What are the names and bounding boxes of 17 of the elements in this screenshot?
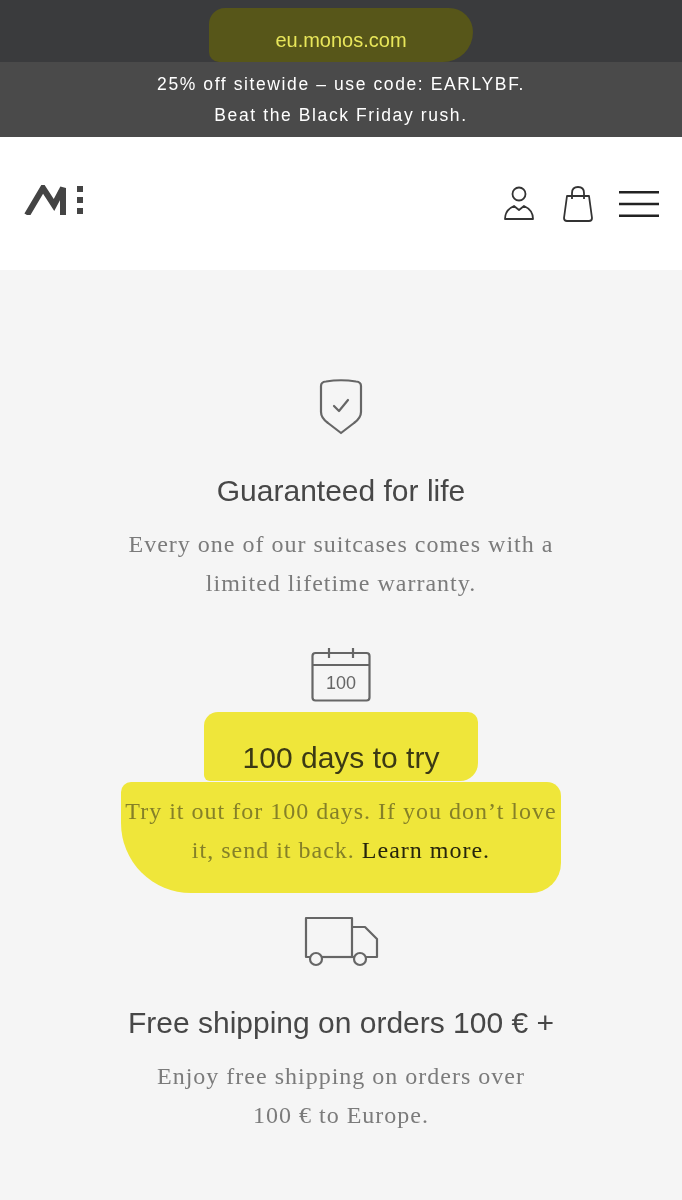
feature-description: Try it out for 100 days. If you don’t love it, send it back. Learn more. — [121, 782, 561, 893]
feature-description: Every one of our suitcases comes with a limited lifetime warranty. — [128, 530, 554, 598]
calendar-icon — [311, 648, 371, 702]
feature-title: Free shipping on orders 100 € + — [127, 1005, 555, 1041]
calendar-number: 100 — [324, 672, 357, 694]
shield-check-icon — [318, 378, 364, 435]
feature-description: Enjoy free shipping on orders over 100 € to Europe. — [157, 1062, 525, 1130]
url-text[interactable]: eu.monos.com — [209, 8, 473, 62]
shopping-bag-icon[interactable] — [563, 185, 593, 222]
logo-icon[interactable] — [24, 185, 84, 215]
learn-more-link[interactable]: Learn more. — [361, 837, 491, 863]
promo-text: 25% off sitewide – use code: EARLYBF. Beat the Black Friday rush. — [157, 72, 525, 127]
menu-icon[interactable] — [619, 190, 659, 217]
account-icon[interactable] — [503, 186, 535, 221]
feature-title: 100 days to try — [203, 712, 479, 781]
truck-icon — [303, 915, 379, 967]
feature-title: Guaranteed for life — [216, 473, 466, 509]
